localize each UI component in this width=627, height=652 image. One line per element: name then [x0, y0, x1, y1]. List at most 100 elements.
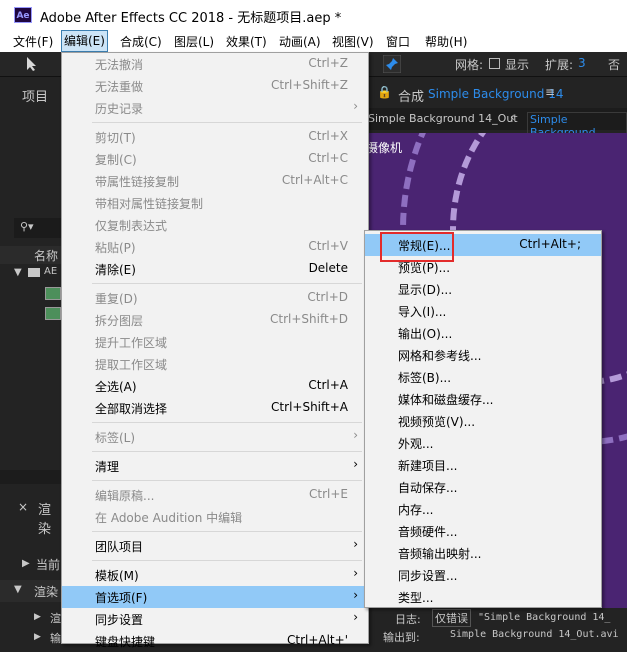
pref-item-new-project[interactable]: 新建项目... [365, 454, 601, 476]
menu-item-label: 全选(A) [95, 380, 137, 394]
panel-menu-icon[interactable]: ≡ [545, 85, 555, 99]
menu-edit[interactable]: 编辑(E) [61, 30, 108, 52]
menu-item-label: 类型... [398, 591, 434, 605]
tree-item-name[interactable]: AE [44, 266, 57, 277]
menu-item-label: 音频硬件... [398, 525, 458, 539]
folder-icon [28, 268, 40, 277]
menu-item-shortcut: Ctrl+V [308, 239, 348, 253]
menu-window[interactable]: 窗口 [386, 33, 410, 50]
menu-item-label: 清理 [95, 460, 120, 474]
menu-item-shortcut: Ctrl+C [308, 151, 348, 165]
menu-view[interactable]: 视图(V) [332, 33, 374, 50]
tree-expand-icon[interactable]: ▼ [14, 267, 22, 278]
chevron-right-icon: › [353, 99, 358, 113]
menu-item-copy-relative-links[interactable]: 带相对属性链接复制 [62, 192, 368, 214]
menu-item-shortcut: Ctrl+Alt+' [286, 633, 348, 647]
show-checkbox[interactable] [489, 58, 500, 69]
name-column-header[interactable]: 名称 [34, 247, 58, 264]
menu-item-label: 无法重做 [95, 80, 144, 94]
pref-item-audio-hardware[interactable]: 音频硬件... [365, 520, 601, 542]
menu-item-label: 导入(I)... [398, 305, 447, 319]
menu-separator [92, 122, 362, 123]
menu-effect[interactable]: 效果(T) [226, 33, 267, 50]
pref-item-type[interactable]: 类型... [365, 586, 601, 608]
menu-item-split-layer[interactable]: 拆分图层 Ctrl+Shift+D [62, 309, 368, 331]
chevron-left-icon[interactable]: ‹ [510, 110, 515, 124]
menu-item-paste[interactable]: 粘贴(P) Ctrl+V [62, 236, 368, 258]
edit-menu: 无法撤消 Ctrl+Z 无法重做 Ctrl+Shift+Z 历史记录 › 剪切(T) C… [61, 52, 369, 649]
menu-item-label: 模板(M) [95, 569, 139, 583]
expand-value[interactable]: 3 [578, 56, 586, 70]
menu-item-copy[interactable]: 复制(C) Ctrl+C [62, 148, 368, 170]
menu-item-label: 输出(O)... [398, 327, 453, 341]
menu-item-copy-expression[interactable]: 仅复制表达式 [62, 214, 368, 236]
menu-item-duplicate[interactable]: 重复(D) Ctrl+D [62, 287, 368, 309]
pin-icon[interactable] [383, 55, 401, 73]
menu-item-copy-with-links[interactable]: 带属性链接复制 Ctrl+Alt+C [62, 170, 368, 192]
pref-item-appearance[interactable]: 外观... [365, 432, 601, 454]
menu-item-team-project[interactable]: 团队项目 › [62, 535, 368, 557]
pref-item-audio-output-mapping[interactable]: 音频输出映射... [365, 542, 601, 564]
menu-item-label: 团队项目 [95, 540, 144, 554]
menu-item-select-all[interactable]: 全选(A) Ctrl+A [62, 375, 368, 397]
comp-tab-out[interactable]: Simple Background 14_Out [368, 112, 518, 125]
pref-item-auto-save[interactable]: 自动保存... [365, 476, 601, 498]
menu-item-preferences[interactable]: 首选项(F) › [62, 586, 368, 608]
menu-help[interactable]: 帮助(H) [425, 33, 467, 50]
menu-item-extract-work-area[interactable]: 提取工作区域 [62, 353, 368, 375]
menu-item-label-submenu[interactable]: 标签(L) › [62, 426, 368, 448]
menu-item-cut[interactable]: 剪切(T) Ctrl+X [62, 126, 368, 148]
expand-arrow-icon[interactable]: ▶ [34, 632, 41, 642]
project-search[interactable]: ⚲▾ [14, 218, 61, 238]
menu-item-label: 拆分图层 [95, 314, 144, 328]
pref-item-import[interactable]: 导入(I)... [365, 300, 601, 322]
pref-item-sync-settings[interactable]: 同步设置... [365, 564, 601, 586]
lock-icon[interactable]: 🔒 [377, 85, 392, 99]
pref-item-output[interactable]: 输出(O)... [365, 322, 601, 344]
expand-arrow-icon[interactable]: ▶ [34, 612, 41, 622]
pref-item-display[interactable]: 显示(D)... [365, 278, 601, 300]
pref-item-video-preview[interactable]: 视频预览(V)... [365, 410, 601, 432]
menu-item-label: 同步设置 [95, 613, 144, 627]
menu-composition[interactable]: 合成(C) [120, 33, 162, 50]
menu-file[interactable]: 文件(F) [13, 33, 53, 50]
menu-item-templates[interactable]: 模板(M) › [62, 564, 368, 586]
menu-item-label: 内存... [398, 503, 434, 517]
menu-item-purge[interactable]: 清理 › [62, 455, 368, 477]
menu-animation[interactable]: 动画(A) [279, 33, 321, 50]
pref-item-labels[interactable]: 标签(B)... [365, 366, 601, 388]
project-panel-title[interactable]: 项目 [22, 86, 48, 105]
log-select[interactable]: 仅错误 [432, 609, 471, 627]
composition-name[interactable]: Simple Background 14 [428, 87, 563, 101]
menu-item-shortcut: Ctrl+Alt+C [281, 173, 348, 187]
menu-item-label: 音频输出映射... [398, 547, 482, 561]
chevron-right-icon: › [353, 610, 358, 624]
render-queue-title[interactable]: 渲染 [38, 499, 61, 537]
pref-item-media-cache[interactable]: 媒体和磁盘缓存... [365, 388, 601, 410]
pref-item-grids-guides[interactable]: 网格和参考线... [365, 344, 601, 366]
preferences-submenu: 常规(E)... Ctrl+Alt+; 预览(P)... 显示(D)... 导入(… [364, 230, 602, 608]
selection-tool-icon[interactable] [24, 56, 40, 72]
menu-item-redo[interactable]: 无法重做 Ctrl+Shift+Z [62, 75, 368, 97]
close-icon[interactable]: × [18, 500, 28, 514]
menu-item-clear[interactable]: 清除(E) Delete [62, 258, 368, 280]
menu-item-keyboard-shortcuts[interactable]: 键盘快捷键 Ctrl+Alt+' [62, 630, 368, 652]
composition-panel-title[interactable]: 合成 [398, 86, 424, 105]
menu-item-edit-original[interactable]: 编辑原稿... Ctrl+E [62, 484, 368, 506]
menu-item-undo[interactable]: 无法撤消 Ctrl+Z [62, 53, 368, 75]
composition-icon[interactable] [45, 307, 61, 320]
menu-item-deselect-all[interactable]: 全部取消选择 Ctrl+Shift+A [62, 397, 368, 419]
pref-item-memory[interactable]: 内存... [365, 498, 601, 520]
menu-item-history[interactable]: 历史记录 › [62, 97, 368, 119]
menu-item-sync-settings[interactable]: 同步设置 › [62, 608, 368, 630]
menu-item-label: 重复(D) [95, 292, 138, 306]
menu-layer[interactable]: 图层(L) [174, 33, 214, 50]
menu-item-shortcut: Ctrl+Alt+; [519, 237, 581, 251]
render-queue-header: × 渲染 [0, 496, 61, 537]
output-file[interactable]: Simple Background 14_Out.avi [450, 629, 619, 640]
menu-item-lift-work-area[interactable]: 提升工作区域 [62, 331, 368, 353]
composition-icon[interactable] [45, 287, 61, 300]
collapse-arrow-icon[interactable]: ▼ [14, 584, 22, 595]
menu-item-edit-in-audition[interactable]: 在 Adobe Audition 中编辑 [62, 506, 368, 528]
expand-arrow-icon[interactable]: ▶ [22, 558, 30, 569]
